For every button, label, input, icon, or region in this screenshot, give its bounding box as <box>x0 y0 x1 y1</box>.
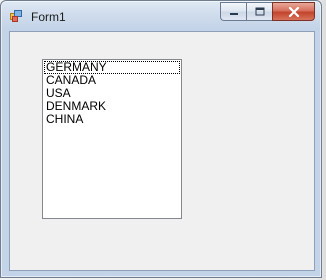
listbox-items: GERMANY CANADA USA DENMARK CHINA <box>43 60 181 126</box>
close-button[interactable] <box>272 2 315 21</box>
winforms-app-icon <box>10 10 22 22</box>
form-client-area: GERMANY CANADA USA DENMARK CHINA <box>9 31 315 271</box>
minimize-button[interactable] <box>220 2 246 21</box>
list-item-china[interactable]: CHINA <box>44 113 180 126</box>
screen: Form1 GERMANY CANADA USA DENMARK CHINA <box>0 0 326 280</box>
title-bar[interactable]: Form1 <box>1 1 321 30</box>
caption-buttons <box>220 2 315 21</box>
country-listbox[interactable]: GERMANY CANADA USA DENMARK CHINA <box>42 59 182 219</box>
maximize-icon <box>255 7 264 16</box>
minimize-icon <box>229 12 238 15</box>
form-window: Form1 GERMANY CANADA USA DENMARK CHINA <box>0 0 322 278</box>
window-title: Form1 <box>31 10 66 24</box>
close-icon <box>288 6 299 17</box>
maximize-button[interactable] <box>246 2 272 21</box>
